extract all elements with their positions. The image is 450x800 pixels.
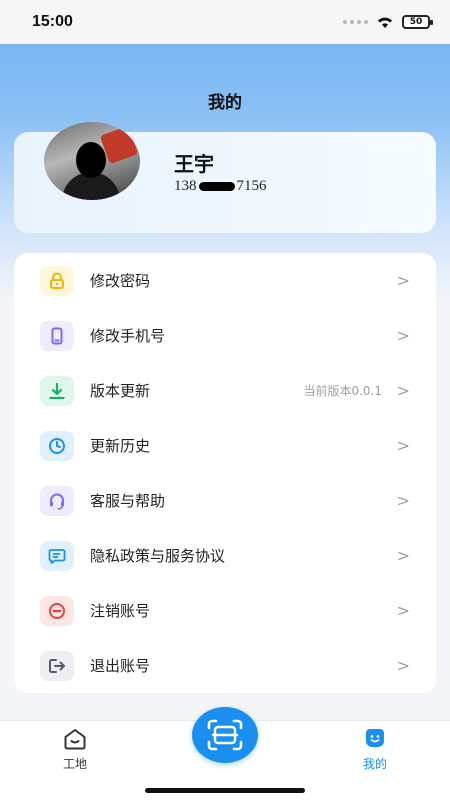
status-bar: 15:00 50 xyxy=(0,0,450,44)
menu-label: 更新历史 xyxy=(90,437,151,455)
logout-icon xyxy=(40,650,74,681)
menu-label: 退出账号 xyxy=(90,657,151,675)
menu-label: 修改手机号 xyxy=(90,327,166,345)
tab-worksite[interactable]: 工地 xyxy=(45,727,105,772)
menu-label: 注销账号 xyxy=(90,602,151,620)
chevron-right-icon: > xyxy=(396,381,410,400)
chevron-right-icon: > xyxy=(396,656,410,675)
phone-icon xyxy=(40,320,74,351)
status-icons: 50 xyxy=(343,15,433,29)
smile-icon xyxy=(366,729,384,747)
phone-mask xyxy=(198,182,235,191)
menu-label: 客服与帮助 xyxy=(90,492,166,510)
menu-label: 版本更新 xyxy=(90,382,151,400)
chevron-right-icon: > xyxy=(396,271,410,290)
signal-icon xyxy=(343,20,368,24)
tab-mine[interactable]: 我的 xyxy=(345,727,405,772)
user-name: 王宇 xyxy=(174,152,214,176)
headset-icon xyxy=(40,485,74,516)
phone-number: 138 7156 xyxy=(174,178,267,195)
profile-card[interactable]: 王宇 138 7156 xyxy=(14,122,436,233)
home-icon xyxy=(64,729,86,750)
minus-circle-icon xyxy=(40,595,74,626)
scan-button[interactable] xyxy=(192,707,258,763)
page-title: 我的 xyxy=(208,93,242,113)
chevron-right-icon: > xyxy=(396,436,410,455)
chevron-right-icon: > xyxy=(396,326,410,345)
home-indicator xyxy=(145,788,305,793)
battery-level: 50 xyxy=(409,17,423,27)
menu-item-change-phone[interactable]: 修改手机号 > xyxy=(14,308,436,363)
clock-icon xyxy=(40,430,74,461)
tab-label: 工地 xyxy=(62,757,87,771)
phone-prefix: 138 xyxy=(174,178,197,194)
chevron-right-icon: > xyxy=(396,601,410,620)
tab-label: 我的 xyxy=(362,757,387,771)
menu-item-delete-account[interactable]: 注销账号 > xyxy=(14,583,436,638)
settings-menu: 修改密码 > 修改手机号 > 版本更新 当前版本0.0.1 > 更新历史 > 客… xyxy=(14,253,436,693)
battery-icon: 50 xyxy=(402,15,433,29)
scan-icon xyxy=(207,719,243,751)
menu-item-version-update[interactable]: 版本更新 当前版本0.0.1 > xyxy=(14,363,436,418)
menu-item-customer-service[interactable]: 客服与帮助 > xyxy=(14,473,436,528)
menu-label: 修改密码 xyxy=(90,272,151,290)
status-time: 15:00 xyxy=(32,13,73,30)
phone-suffix: 7156 xyxy=(236,178,267,194)
menu-item-logout[interactable]: 退出账号 > xyxy=(14,638,436,693)
menu-label: 隐私政策与服务协议 xyxy=(90,547,226,565)
menu-item-change-password[interactable]: 修改密码 > xyxy=(14,253,436,308)
chevron-right-icon: > xyxy=(396,491,410,510)
wifi-icon xyxy=(378,17,392,28)
lock-icon xyxy=(40,265,74,296)
chevron-right-icon: > xyxy=(396,546,410,565)
menu-item-privacy-policy[interactable]: 隐私政策与服务协议 > xyxy=(14,528,436,583)
chat-icon xyxy=(40,540,74,571)
download-icon xyxy=(40,375,74,406)
menu-item-update-history[interactable]: 更新历史 > xyxy=(14,418,436,473)
avatar[interactable] xyxy=(44,122,140,200)
current-version: 当前版本0.0.1 xyxy=(303,384,382,398)
